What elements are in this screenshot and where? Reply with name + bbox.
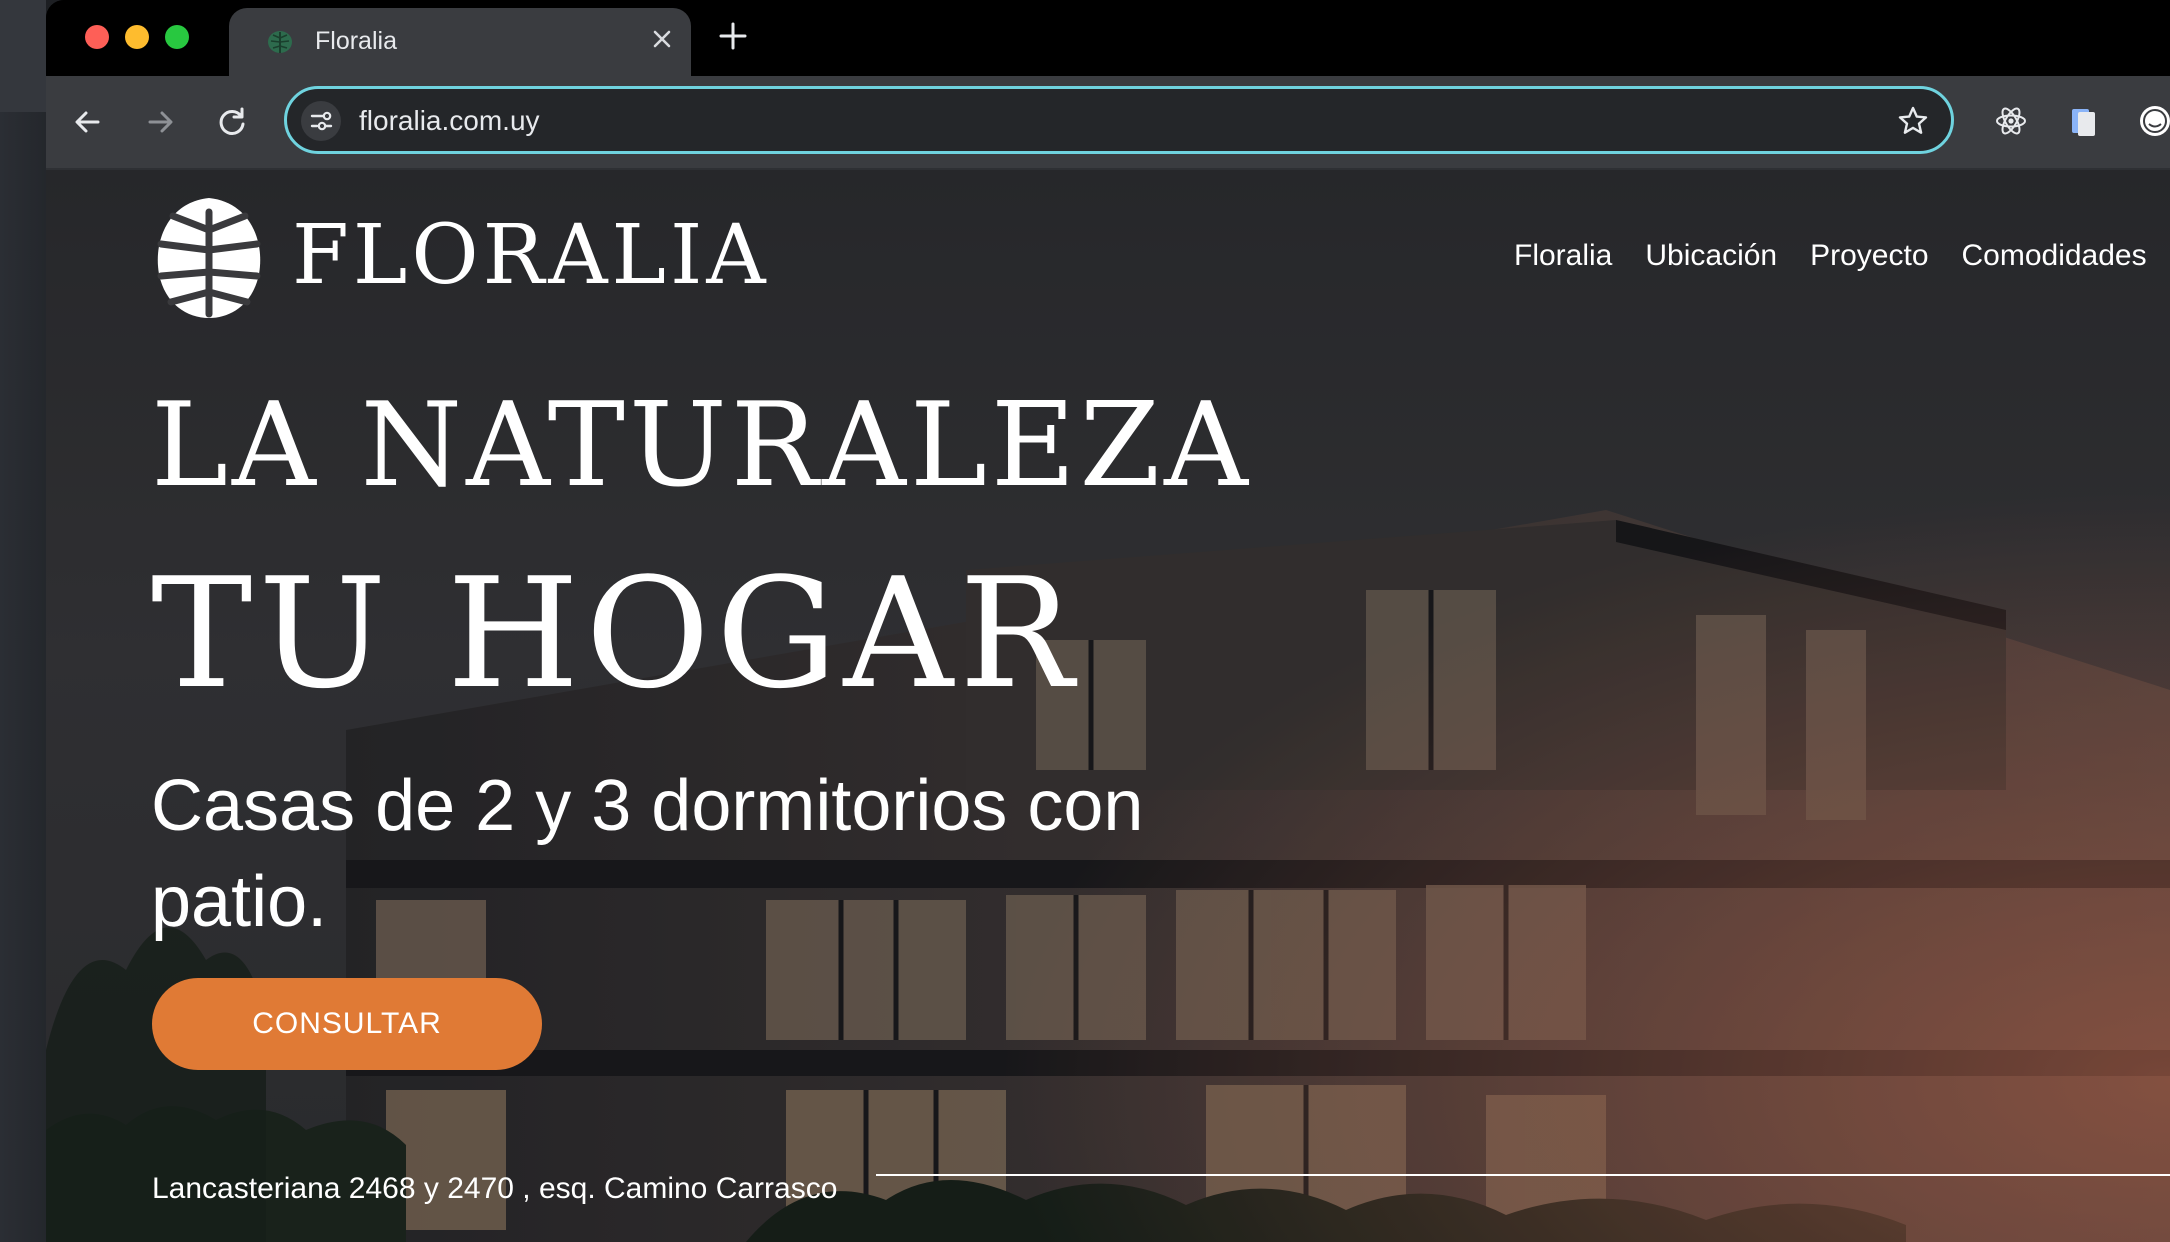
reload-icon[interactable]	[210, 100, 254, 144]
address-divider-line	[876, 1174, 2170, 1176]
consultar-button[interactable]: CONSULTAR	[152, 978, 542, 1070]
close-icon[interactable]	[647, 24, 677, 54]
minimize-window-button[interactable]	[125, 25, 149, 49]
arrow-left-icon[interactable]	[66, 100, 110, 144]
desktop-window-edge	[0, 0, 46, 112]
web-page: FLORALIA Floralia Ubicación Proyecto Com…	[46, 170, 2170, 1242]
url-text: floralia.com.uy	[359, 105, 540, 136]
monstera-leaf-icon	[157, 198, 261, 318]
address-text: Lancasteriana 2468 y 2470 , esq. Camino …	[152, 1172, 838, 1205]
hero-headline-line-1: LA NATURALEZA	[151, 378, 1252, 513]
nav-link-comodidades[interactable]: Comodidades	[1962, 236, 2147, 276]
brand-wordmark[interactable]: FLORALIA	[292, 206, 770, 306]
nav-link-floralia[interactable]: Floralia	[1514, 236, 1612, 276]
copy-icon[interactable]	[2062, 100, 2104, 142]
leaf-favicon-icon	[268, 31, 292, 53]
browser-toolbar: floralia.com.uy	[46, 76, 2170, 170]
browser-window: Floralia floralia.com.uy FLORALIA Floral…	[46, 0, 2170, 1242]
react-atom-icon[interactable]	[1990, 100, 2032, 142]
nav-link-proyecto[interactable]: Proyecto	[1810, 236, 1928, 276]
address-bar[interactable]: floralia.com.uy	[284, 86, 1954, 154]
nav-link-ubicacion[interactable]: Ubicación	[1645, 236, 1777, 276]
tab-bar: Floralia	[46, 0, 2170, 78]
desktop-background: Floralia floralia.com.uy FLORALIA Floral…	[0, 0, 2170, 1242]
hero-subtitle: Casas de 2 y 3 dormitorios con patio.	[151, 766, 1144, 942]
close-window-button[interactable]	[85, 25, 109, 49]
arrow-right-icon[interactable]	[138, 100, 182, 144]
hero-headline-line-2: TU HOGAR	[151, 545, 1080, 722]
profile-icon[interactable]	[2134, 100, 2170, 142]
plus-icon[interactable]	[715, 18, 751, 54]
star-icon[interactable]	[1895, 103, 1931, 139]
tab-title: Floralia	[315, 27, 397, 55]
site-navigation: Floralia Ubicación Proyecto Comodidades	[1514, 236, 2147, 276]
maximize-window-button[interactable]	[165, 25, 189, 49]
tune-icon[interactable]	[301, 101, 341, 141]
tab-floralia[interactable]: Floralia	[229, 8, 691, 78]
